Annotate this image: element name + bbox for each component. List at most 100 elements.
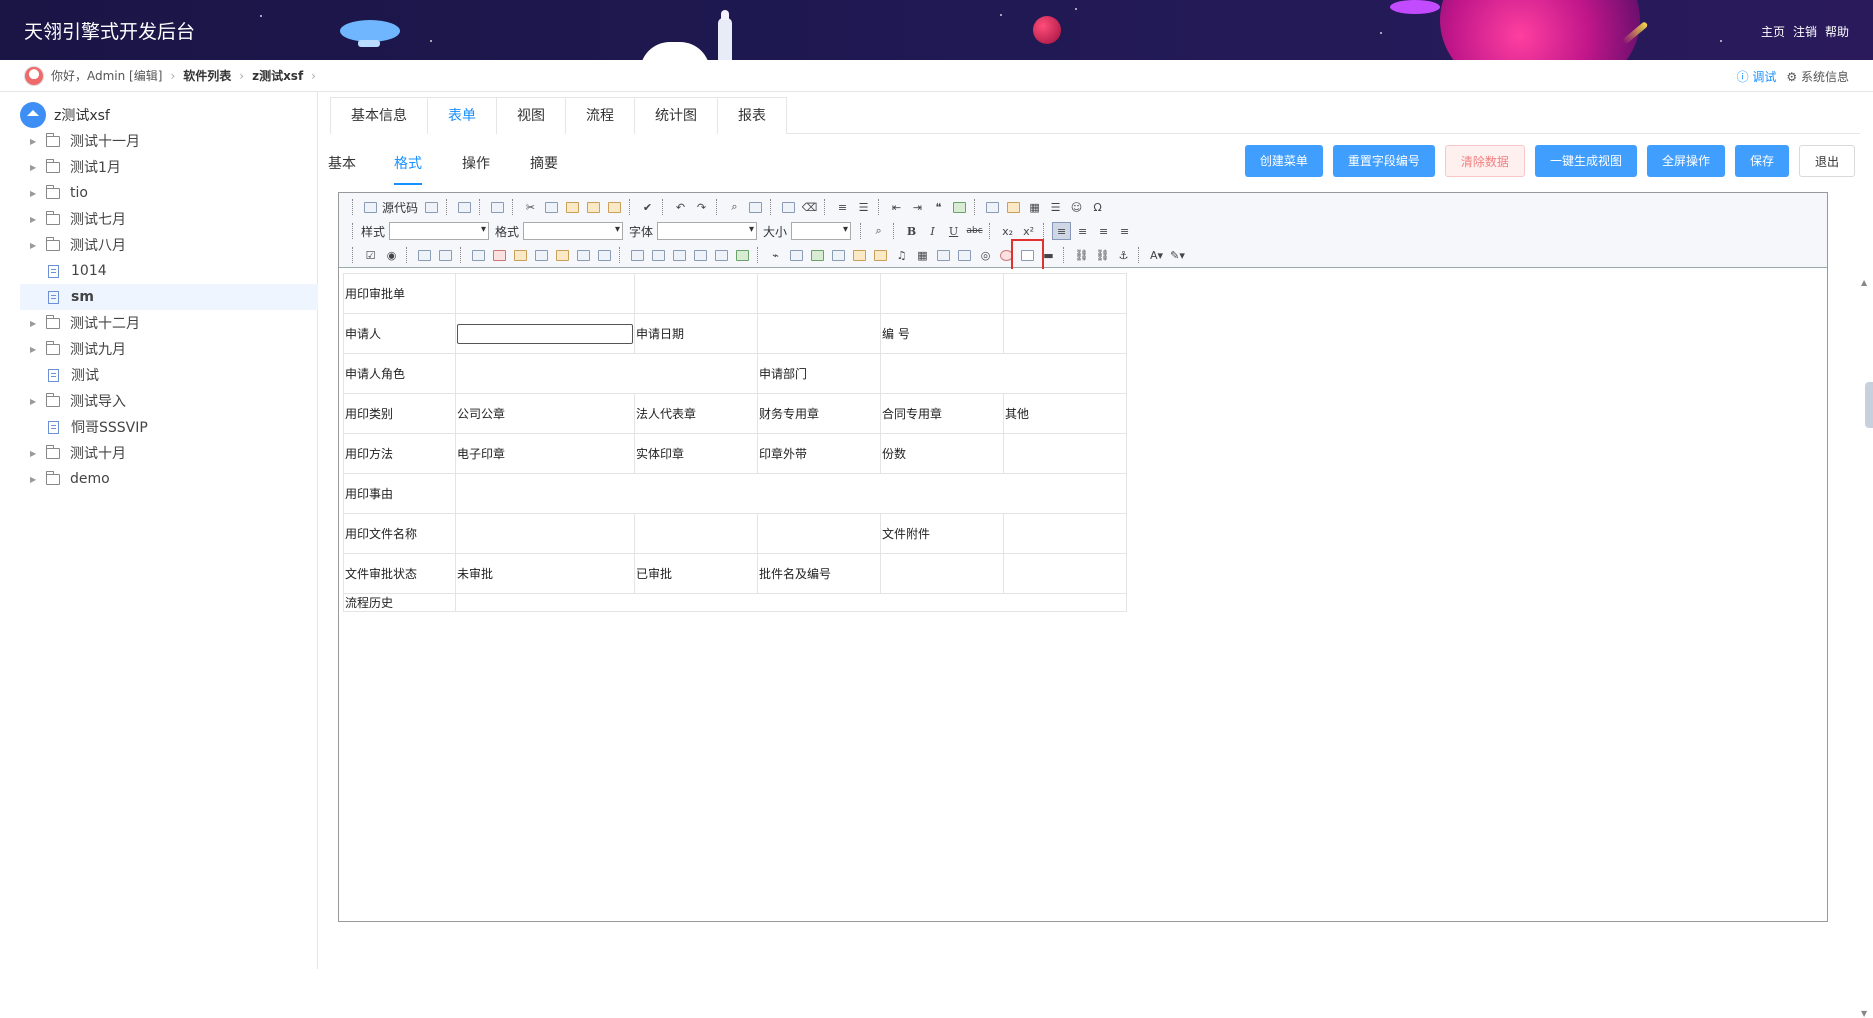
outdent-icon[interactable]: ⇤ — [887, 198, 906, 216]
radio-field-icon[interactable]: ◉ — [382, 246, 401, 264]
caret-right-icon[interactable]: ▶ — [30, 345, 40, 354]
tree-item-folder[interactable]: ▶ 测试八月 — [20, 232, 318, 258]
image-field-icon[interactable] — [808, 246, 827, 264]
side-collapse-handle[interactable] — [1865, 382, 1873, 428]
tree-item-file-selected[interactable]: sm — [20, 284, 318, 310]
link-icon[interactable]: ⛓ — [1072, 246, 1091, 264]
font-select[interactable] — [657, 222, 758, 240]
tab-statistics[interactable]: 统计图 — [634, 97, 718, 134]
spellcheck-icon[interactable]: ✔ — [638, 198, 657, 216]
tab-basic-info[interactable]: 基本信息 — [330, 97, 428, 134]
tree-item-file[interactable]: 恫哥SSSVIP — [20, 414, 318, 440]
color-field-icon[interactable]: ◎ — [976, 246, 995, 264]
map-field-icon[interactable] — [871, 246, 890, 264]
format-select[interactable] — [523, 222, 624, 240]
layer-field-icon[interactable] — [787, 246, 806, 264]
tree-item-folder[interactable]: ▶ tio — [20, 180, 318, 206]
view-field-icon[interactable] — [691, 246, 710, 264]
scroll-up-icon[interactable]: ▲ — [1861, 278, 1867, 287]
help-link[interactable]: 帮助 — [1825, 23, 1849, 40]
cut-icon[interactable]: ✂ — [521, 198, 540, 216]
tree-field-icon[interactable] — [553, 246, 572, 264]
department-field-icon[interactable] — [532, 246, 551, 264]
paste-text-icon[interactable] — [584, 198, 603, 216]
user-field-icon[interactable] — [511, 246, 530, 264]
expand-field-icon[interactable] — [574, 246, 593, 264]
italic-button[interactable]: I — [923, 222, 942, 240]
tree-item-file[interactable]: 测试 — [20, 362, 318, 388]
undo-icon[interactable]: ↶ — [671, 198, 690, 216]
format-painter-icon[interactable]: ⌕ — [869, 222, 888, 240]
subtab-summary[interactable]: 摘要 — [530, 144, 576, 184]
camera-field-icon[interactable] — [829, 246, 848, 264]
subscript-button[interactable]: x₂ — [998, 222, 1017, 240]
text-field-icon[interactable] — [415, 246, 434, 264]
chart-field-icon[interactable] — [850, 246, 869, 264]
word-field-icon[interactable] — [934, 246, 953, 264]
select-all-icon[interactable] — [779, 198, 798, 216]
flash-icon[interactable] — [1004, 198, 1023, 216]
number-field-icon[interactable] — [1011, 239, 1044, 271]
microphone-field-icon[interactable]: ♫ — [892, 246, 911, 264]
fullscreen-button[interactable]: 全屏操作 — [1646, 145, 1725, 177]
text-color-icon[interactable]: A▾ — [1147, 246, 1166, 264]
paste-icon[interactable] — [563, 198, 582, 216]
checkbox-field-icon[interactable]: ☑ — [361, 246, 380, 264]
bulleted-list-icon[interactable]: ☰ — [854, 198, 873, 216]
tab-view[interactable]: 视图 — [496, 97, 566, 134]
tree-item-folder[interactable]: ▶ 测试十二月 — [20, 310, 318, 336]
create-menu-button[interactable]: 创建菜单 — [1244, 145, 1323, 177]
exit-button[interactable]: 退出 — [1798, 145, 1855, 177]
tab-report[interactable]: 报表 — [717, 97, 787, 134]
qrcode-field-icon[interactable]: ▦ — [913, 246, 932, 264]
ordered-list-icon[interactable]: ≡ — [833, 198, 852, 216]
upload-field-icon[interactable]: ⌁ — [766, 246, 785, 264]
subtab-basic[interactable]: 基本 — [328, 144, 374, 184]
greeting[interactable]: 你好，Admin [编辑] — [51, 67, 162, 84]
button-field-icon[interactable] — [628, 246, 647, 264]
unlink-icon[interactable]: ⛓ — [1093, 246, 1112, 264]
find-icon[interactable]: ⌕ — [725, 198, 744, 216]
tree-item-folder[interactable]: ▶ demo — [20, 466, 318, 492]
home-link[interactable]: 主页 — [1761, 23, 1785, 40]
tree-item-folder[interactable]: ▶ 测试十月 — [20, 440, 318, 466]
caret-right-icon[interactable]: ▶ — [30, 397, 40, 406]
superscript-button[interactable]: x² — [1019, 222, 1038, 240]
tree-item-folder[interactable]: ▶ 测试七月 — [20, 206, 318, 232]
caret-right-icon[interactable]: ▶ — [30, 189, 40, 198]
caret-right-icon[interactable]: ▶ — [30, 475, 40, 484]
background-color-icon[interactable]: ✎▾ — [1168, 246, 1187, 264]
office-field-icon[interactable] — [955, 246, 974, 264]
size-select[interactable] — [791, 222, 852, 240]
save-button[interactable]: 保存 — [1734, 145, 1789, 177]
tree-item-folder[interactable]: ▶ 测试导入 — [20, 388, 318, 414]
divider-field-icon[interactable]: ▬ — [1039, 246, 1058, 264]
grid-field-icon[interactable] — [733, 246, 752, 264]
tab-flow[interactable]: 流程 — [565, 97, 635, 134]
breadcrumb-current-app[interactable]: z测试xsf — [252, 67, 303, 84]
reset-field-number-button[interactable]: 重置字段编号 — [1332, 145, 1435, 177]
preview-icon[interactable] — [455, 198, 474, 216]
template-icon[interactable] — [422, 198, 441, 216]
source-code-button[interactable]: 源代码 — [382, 199, 418, 216]
attachment-field-icon[interactable] — [595, 246, 614, 264]
subtab-format[interactable]: 格式 — [394, 144, 440, 185]
eraser-icon[interactable]: ⌫ — [800, 198, 819, 216]
horizontal-rule-icon[interactable]: ☰ — [1046, 198, 1065, 216]
system-info-link[interactable]: ⚙ 系统信息 — [1786, 68, 1849, 85]
editor-content[interactable]: 用印审批单 申请人 申请日期 编 号 申请人角色 申请部门 用印类别 公司公章 … — [339, 269, 1827, 921]
debug-link[interactable]: ⓘ 调试 — [1737, 68, 1777, 85]
caret-right-icon[interactable]: ▶ — [30, 163, 40, 172]
caret-right-icon[interactable]: ▶ — [30, 215, 40, 224]
circle-stop-icon[interactable] — [997, 246, 1016, 264]
blockquote-icon[interactable]: ❝ — [929, 198, 948, 216]
align-left-icon[interactable]: ≡ — [1052, 222, 1072, 240]
smiley-icon[interactable]: ☺ — [1067, 198, 1086, 216]
strikethrough-button[interactable]: abc — [965, 222, 984, 240]
redo-icon[interactable]: ↷ — [692, 198, 711, 216]
tree-item-folder[interactable]: ▶ 测试1月 — [20, 154, 318, 180]
paste-word-icon[interactable] — [605, 198, 624, 216]
align-justify-icon[interactable]: ≡ — [1115, 222, 1134, 240]
table-icon[interactable]: ▦ — [1025, 198, 1044, 216]
source-code-icon[interactable] — [361, 198, 380, 216]
